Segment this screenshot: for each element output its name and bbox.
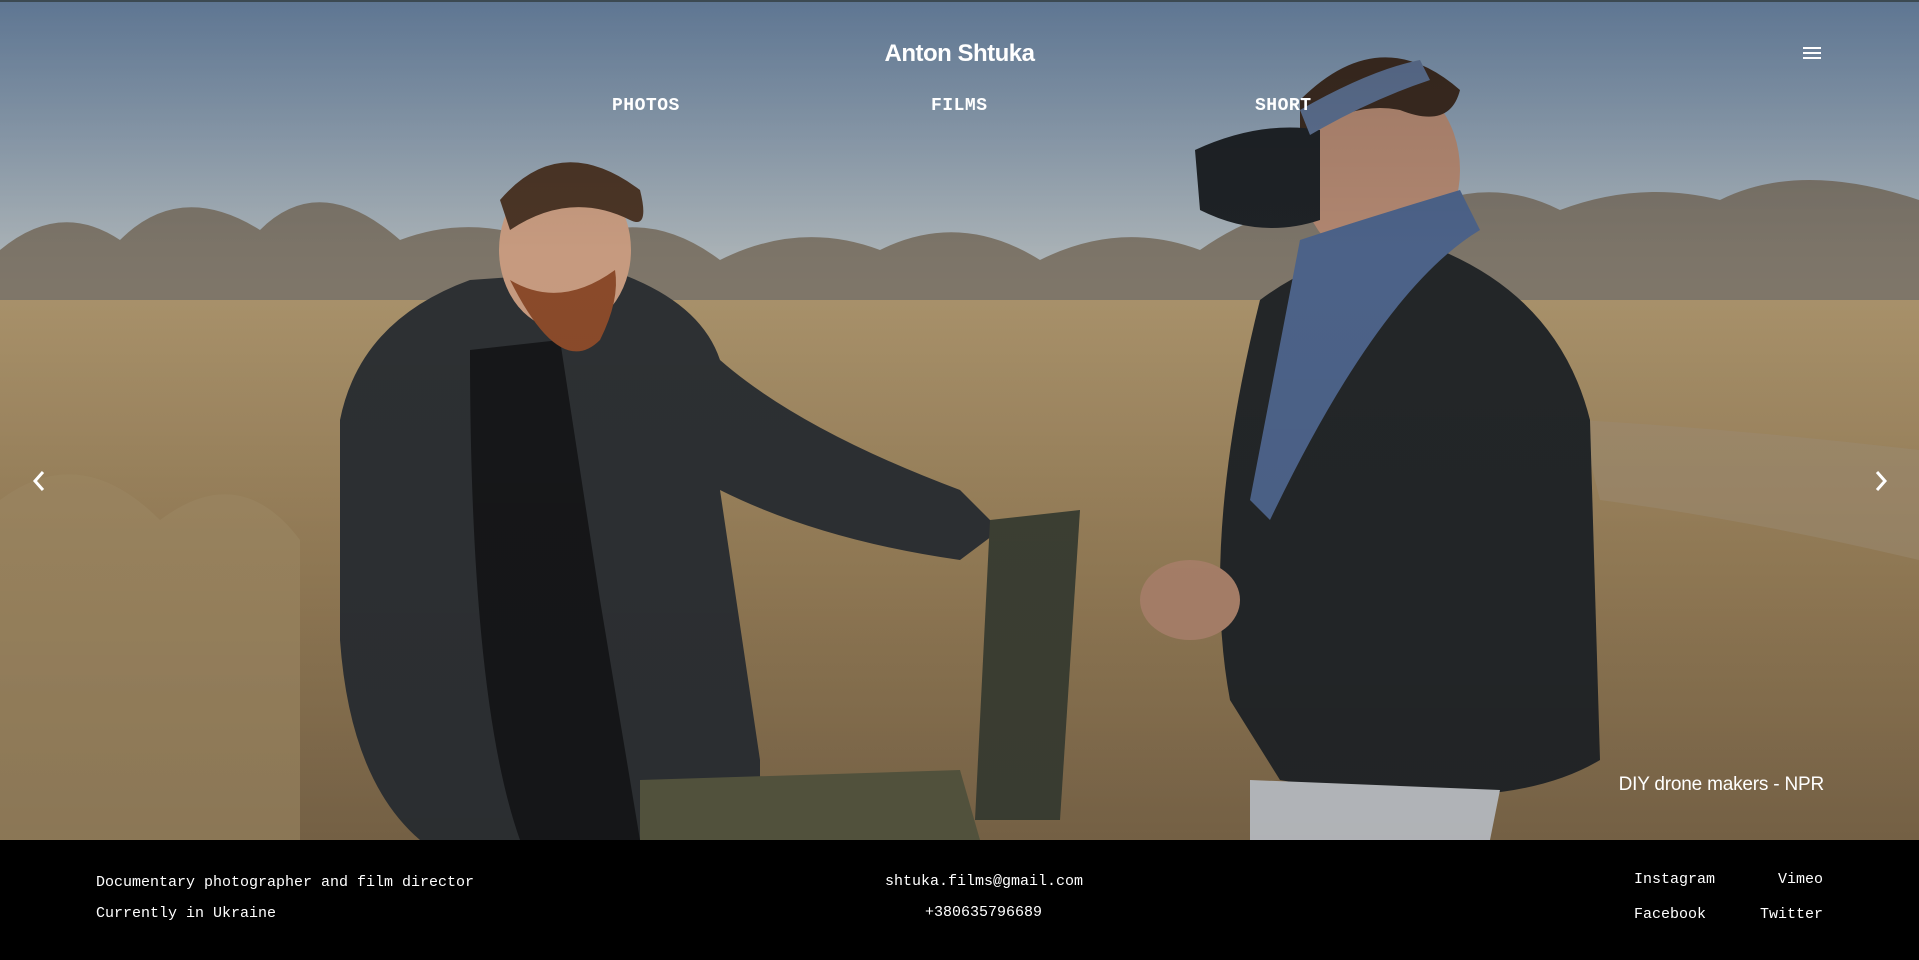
chevron-left-icon[interactable] [30,466,50,496]
nav-photos[interactable]: PHOTOS [612,96,680,116]
top-border [0,0,1919,2]
hero-overlay [0,0,1919,840]
facebook-link[interactable]: Facebook [1634,906,1706,923]
hero-slideshow: Anton Shtuka PHOTOS FILMS SHORT DIY dron… [0,0,1919,840]
slide-caption[interactable]: DIY drone makers - NPR [1619,774,1825,796]
footer: Documentary photographer and film direct… [0,840,1919,960]
vimeo-link[interactable]: Vimeo [1778,871,1823,888]
email-link[interactable]: shtuka.films@gmail.com [885,873,1083,890]
nav-short[interactable]: SHORT [1255,96,1312,116]
site-title[interactable]: Anton Shtuka [0,40,1919,68]
twitter-link[interactable]: Twitter [1760,906,1823,923]
chevron-right-icon[interactable] [1870,466,1890,496]
location-text: Currently in Ukraine [96,905,277,922]
instagram-link[interactable]: Instagram [1634,871,1715,888]
bio-text: Documentary photographer and film direct… [96,874,475,891]
nav-films[interactable]: FILMS [931,96,988,116]
phone-link[interactable]: +380635796689 [925,904,1042,921]
hamburger-menu-icon[interactable] [1803,47,1821,60]
